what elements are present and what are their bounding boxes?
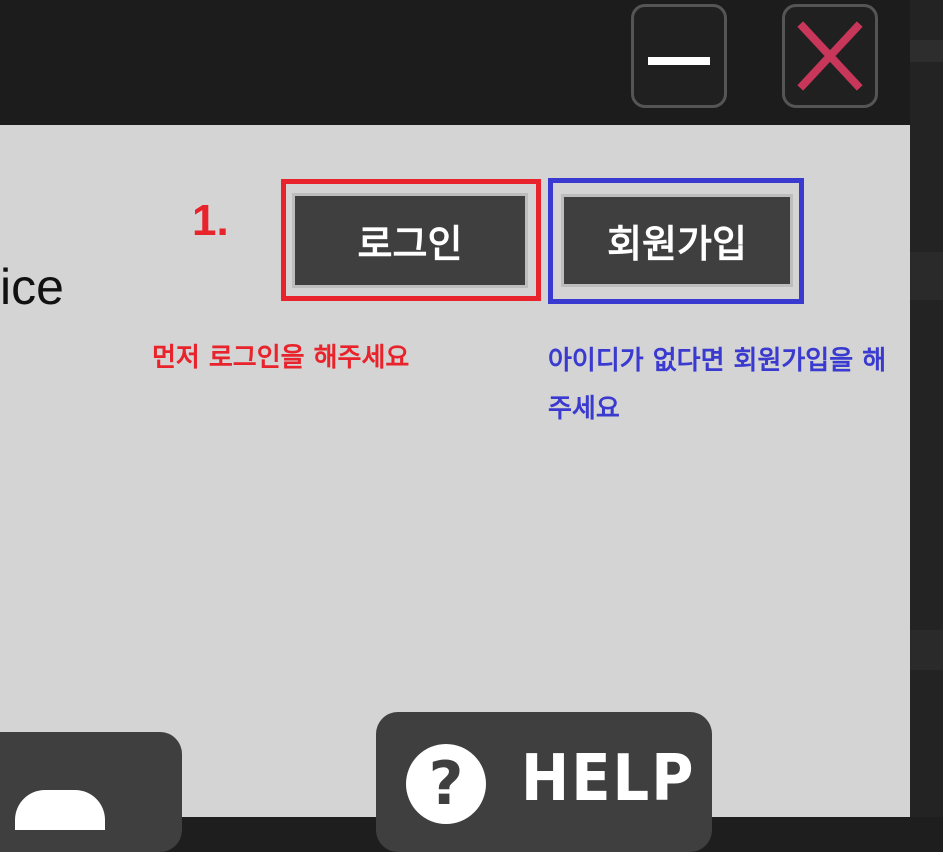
page-title: ice	[0, 259, 64, 315]
minimize-icon	[648, 57, 710, 65]
close-icon	[797, 21, 863, 91]
card-icon	[15, 790, 105, 830]
signup-button[interactable]: 회원가입	[561, 194, 793, 287]
login-hint: 먼저 로그인을 해주세요	[152, 343, 410, 373]
help-icon: ?	[406, 744, 486, 824]
title-bar	[0, 0, 910, 125]
side-strip-block	[910, 40, 943, 62]
help-button[interactable]: ? HELP	[376, 712, 712, 852]
step-number: 1.	[192, 196, 229, 245]
minimize-button[interactable]	[631, 4, 727, 108]
help-label: HELP	[521, 742, 696, 816]
login-button[interactable]: 로그인	[292, 193, 528, 288]
close-button[interactable]	[782, 4, 878, 108]
side-scroll-area	[910, 0, 943, 817]
side-strip-block	[910, 252, 943, 300]
menu-card[interactable]	[0, 732, 182, 852]
side-strip-block	[910, 630, 943, 670]
signup-hint: 아이디가 없다면 회원가입을 해주세요	[548, 346, 887, 424]
